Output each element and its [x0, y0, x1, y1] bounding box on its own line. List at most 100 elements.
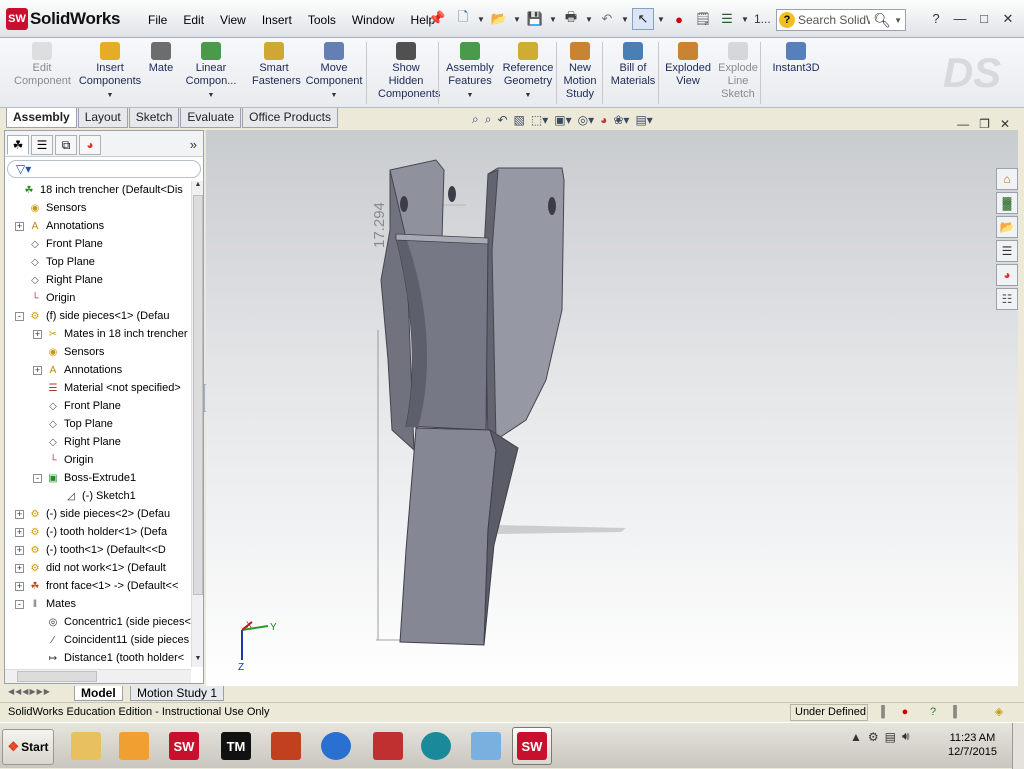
tree-item[interactable]: ◇ Top Plane	[33, 415, 113, 433]
scroll-down-icon[interactable]: ▼	[192, 655, 204, 667]
tab-navigation-arrows[interactable]: ◀◀◀▶▶▶	[8, 687, 51, 696]
cmd-linear-pattern-button[interactable]: Linear Compon... ▼	[185, 40, 237, 102]
explorer-taskbar-button[interactable]	[66, 727, 106, 765]
tree-item[interactable]: ☰ Material <not specified>	[33, 379, 181, 397]
tree-item[interactable]: ∕ Coincident11 (side pieces	[33, 631, 189, 649]
view-palette-icon[interactable]: ☰	[996, 240, 1018, 262]
network-icon[interactable]: ▤	[885, 730, 896, 744]
configuration-manager-tab-icon[interactable]: ⧉	[55, 135, 77, 155]
pin-icon[interactable]: 📌	[428, 10, 445, 26]
menu-tools[interactable]: Tools	[300, 11, 344, 29]
zoom-area-icon[interactable]: ⌕	[483, 112, 494, 127]
feature-tree-tab-icon[interactable]: ☘	[7, 135, 29, 155]
help-question-icon[interactable]: ?	[926, 9, 946, 29]
expand-panel-icon[interactable]: »	[190, 137, 197, 152]
scroll-thumb[interactable]	[193, 195, 203, 595]
open-dropdown-icon[interactable]: ▼	[512, 15, 522, 24]
tree-item[interactable]: - ⚙ (f) side pieces<1> (Defau	[15, 307, 170, 325]
cmd-insert-components-button[interactable]: Insert Components ▼	[78, 40, 142, 102]
section-view-icon[interactable]: ▧	[512, 113, 527, 127]
select-cursor-icon[interactable]: ↖	[632, 8, 654, 30]
doc-close-icon[interactable]: ✕	[1000, 117, 1010, 131]
collapse-icon[interactable]: -	[33, 473, 42, 483]
minimize-icon[interactable]: —	[950, 9, 970, 29]
select-dropdown-icon[interactable]: ▼	[656, 15, 666, 24]
design-library-icon[interactable]: ▓	[996, 192, 1018, 214]
expand-icon[interactable]: +	[33, 329, 42, 339]
options-dropdown-icon[interactable]: ▼	[740, 15, 750, 24]
tm-taskbar-button[interactable]: TM	[216, 727, 256, 765]
search-dropdown-icon[interactable]: ▼	[894, 16, 905, 25]
tree-item[interactable]: ◉ Sensors	[33, 343, 105, 361]
view-orientation-icon[interactable]: ⬚▾	[529, 113, 550, 127]
tree-item[interactable]: + ⚙ (-) tooth holder<1> (Defa	[15, 523, 167, 541]
tree-item[interactable]: ↦ Distance1 (tooth holder<	[33, 649, 184, 667]
zoom-to-fit-icon[interactable]: ⌕	[470, 112, 481, 127]
expand-icon[interactable]: +	[15, 563, 24, 573]
rebuild-traffic-light-icon[interactable]: ●	[668, 8, 690, 30]
menu-view[interactable]: View	[212, 11, 254, 29]
expand-icon[interactable]: +	[15, 545, 24, 555]
cmd-motion-study-button[interactable]: New Motion Study	[562, 40, 598, 101]
weather-taskbar-button[interactable]	[466, 727, 506, 765]
feather-taskbar-button[interactable]	[266, 727, 306, 765]
options-icon[interactable]: ☰	[716, 8, 738, 30]
tab-office-products[interactable]: Office Products	[242, 108, 338, 128]
maximize-icon[interactable]: □	[974, 9, 994, 29]
show-desktop-button[interactable]	[1012, 723, 1024, 769]
save-dropdown-icon[interactable]: ▼	[548, 15, 558, 24]
clock[interactable]: 11:23 AM 12/7/2015	[948, 731, 997, 759]
help-status-icon[interactable]: ?	[924, 704, 942, 721]
save-icon[interactable]: 💾	[524, 8, 546, 30]
menu-insert[interactable]: Insert	[254, 11, 300, 29]
hscroll-thumb[interactable]	[17, 671, 97, 682]
collapse-icon[interactable]: -	[15, 599, 24, 609]
tab-sketch[interactable]: Sketch	[128, 108, 180, 128]
cmd-dropdown-icon[interactable]: ▼	[500, 89, 556, 102]
tree-item[interactable]: - ‖ Mates	[15, 595, 76, 613]
undo-icon[interactable]: ↶	[596, 8, 618, 30]
file-properties-icon[interactable]: 🗒	[692, 8, 714, 30]
tree-vertical-scrollbar[interactable]: ▲ ▼	[191, 181, 203, 667]
scroll-up-icon[interactable]: ▲	[192, 181, 204, 193]
cmd-exploded-view-button[interactable]: Exploded View	[664, 40, 712, 88]
cmd-assembly-features-button[interactable]: Assembly Features ▼	[444, 40, 496, 102]
menu-window[interactable]: Window	[344, 11, 403, 29]
tab-motion-study-1[interactable]: Motion Study 1	[130, 686, 225, 701]
hide-show-items-icon[interactable]: ◎▾	[576, 113, 597, 127]
tab-model[interactable]: Model	[74, 686, 123, 701]
search-input[interactable]: Search SolidWo	[798, 13, 870, 27]
search-box[interactable]: ? Search SolidWo 🔍︎ ▼	[776, 9, 906, 31]
apply-scene-icon[interactable]: ❀▾	[611, 113, 631, 127]
start-button[interactable]: ❖ Start	[2, 729, 54, 765]
cmd-dropdown-icon[interactable]: ▼	[185, 89, 237, 102]
tab-evaluate[interactable]: Evaluate	[180, 108, 242, 128]
cmd-dropdown-icon[interactable]: ▼	[444, 89, 496, 102]
toolbar-overflow[interactable]: 1...	[752, 12, 773, 26]
show-hidden-icons-icon[interactable]: ▲	[850, 730, 862, 744]
cmd-show-hidden-button[interactable]: Show Hidden Components	[378, 40, 440, 101]
tree-item[interactable]: ◇ Right Plane	[33, 433, 121, 451]
media-player-taskbar-button[interactable]	[114, 727, 154, 765]
tree-item[interactable]: ☘ 18 inch trencher (Default<Dis	[9, 181, 183, 199]
cmd-mate-button[interactable]: Mate	[146, 40, 176, 75]
rebuild-status-icon[interactable]: ●	[896, 704, 914, 721]
view-settings-icon[interactable]: ▤▾	[633, 113, 654, 127]
graphics-area[interactable]: 17.294 X Y Z	[206, 130, 1018, 686]
tree-item[interactable]: └ Origin	[15, 289, 75, 307]
tree-item[interactable]: + ☘ front face<1> -> (Default<<	[15, 577, 178, 595]
tree-item[interactable]: └ Origin	[33, 451, 93, 469]
display-manager-tab-icon[interactable]: ◕	[79, 135, 101, 155]
cmd-instant3d-button[interactable]: Instant3D	[768, 40, 824, 75]
open-folder-icon[interactable]: 📂	[488, 8, 510, 30]
property-manager-tab-icon[interactable]: ☰	[31, 135, 53, 155]
collapse-icon[interactable]: -	[15, 311, 24, 321]
tree-item[interactable]: ◇ Front Plane	[15, 235, 103, 253]
tab-layout[interactable]: Layout	[77, 108, 128, 128]
cmd-bom-button[interactable]: Bill of Materials	[610, 40, 656, 88]
tree-item[interactable]: + ⚙ (-) tooth<1> (Default<<D	[15, 541, 166, 559]
appearances-icon[interactable]: ◕	[996, 264, 1018, 286]
edit-appearance-icon[interactable]: ◕	[598, 113, 609, 127]
cmd-dropdown-icon[interactable]: ▼	[78, 89, 142, 102]
cmd-move-component-button[interactable]: Move Component ▼	[304, 40, 364, 102]
